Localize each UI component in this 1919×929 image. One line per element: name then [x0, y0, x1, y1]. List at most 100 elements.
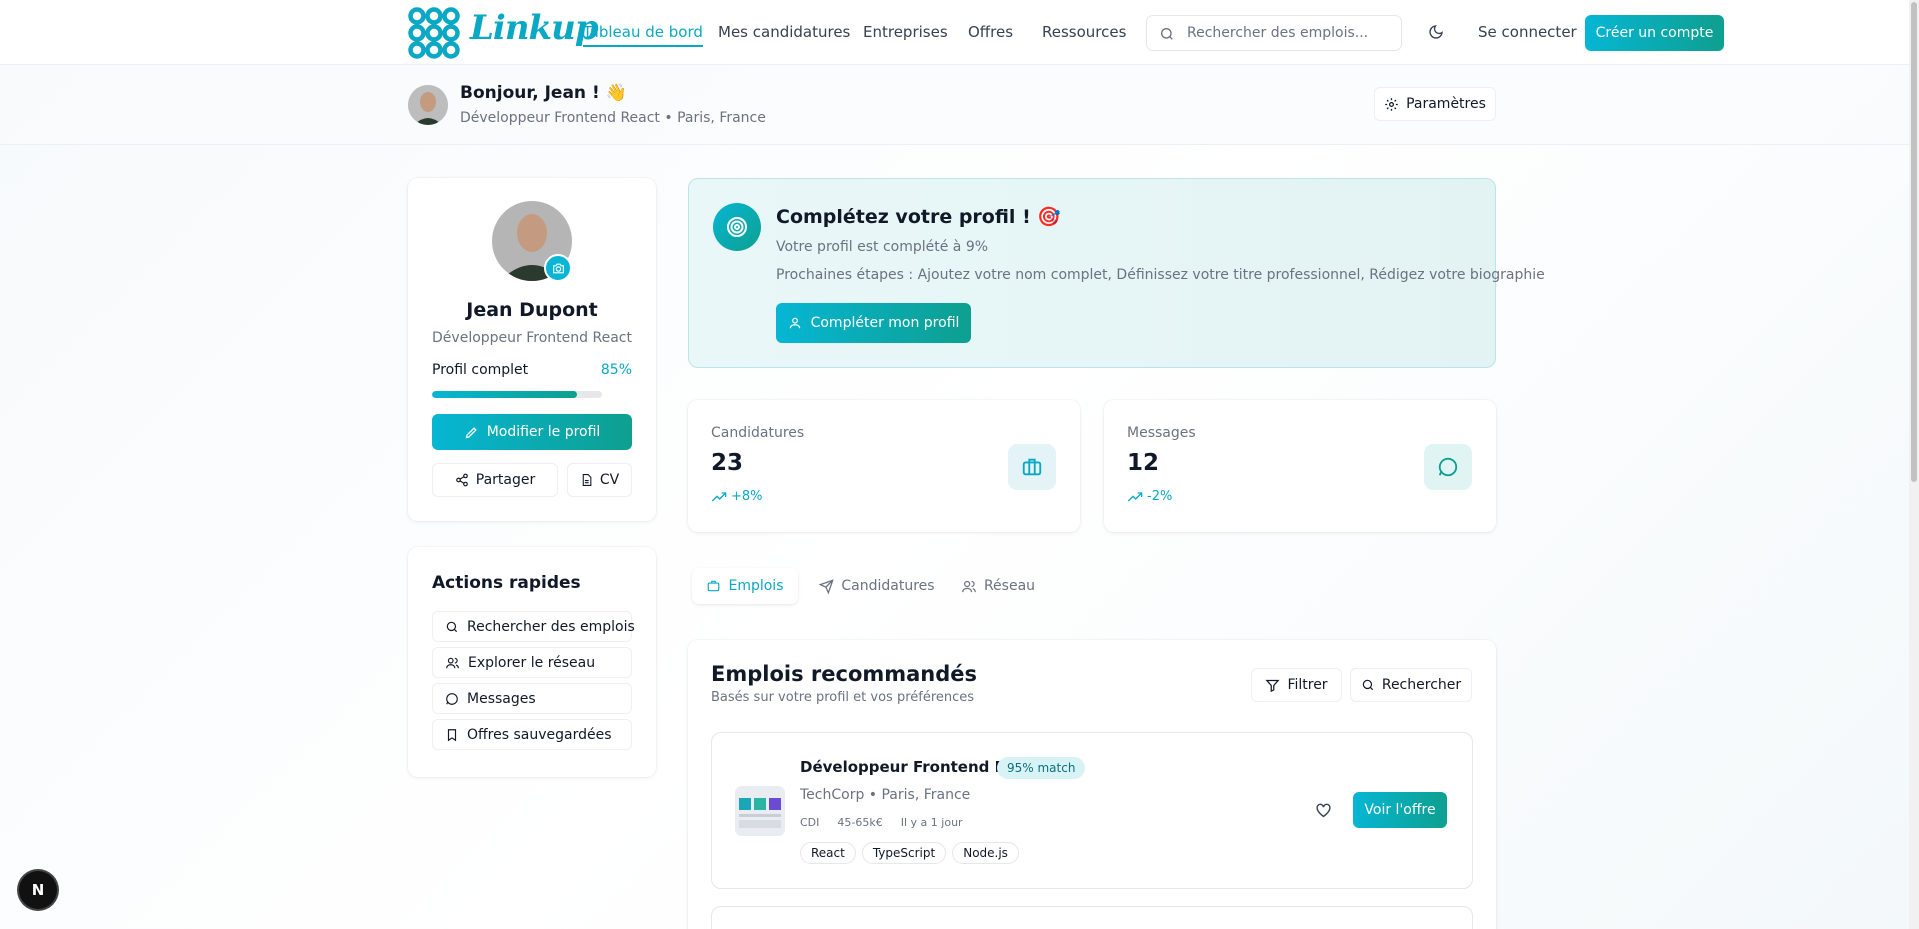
- cv-label: CV: [599, 472, 620, 488]
- login-link[interactable]: Se connecter: [1478, 23, 1577, 41]
- search-icon: [445, 620, 459, 634]
- users-icon: [961, 579, 977, 594]
- scrollbar-thumb[interactable]: [1911, 2, 1917, 482]
- complete-profile-label: Compléter mon profil: [810, 315, 960, 331]
- share-icon: [455, 473, 469, 487]
- quick-action-saved-offers[interactable]: Offres sauvegardées: [432, 719, 632, 750]
- stat-trend: -2%: [1127, 489, 1172, 504]
- match-badge: 95% match: [997, 757, 1086, 779]
- profile-name: Jean Dupont: [466, 299, 598, 321]
- job-company: TechCorp • Paris, France: [800, 787, 971, 803]
- search-icon: [1159, 26, 1175, 42]
- moon-icon[interactable]: [1428, 24, 1444, 40]
- nav-entreprises[interactable]: Entreprises: [863, 23, 948, 41]
- profile-role: Développeur Frontend React: [432, 330, 632, 346]
- user-icon: [788, 316, 802, 330]
- job-salary: 45-65k€: [837, 816, 883, 829]
- job-contract: CDI: [800, 816, 820, 829]
- greeting-subtitle: Développeur Frontend React • Paris, Fran…: [460, 110, 766, 126]
- tab-reseau[interactable]: Réseau: [958, 568, 1038, 604]
- job-search-box[interactable]: [1146, 15, 1402, 51]
- progress-value: 85%: [600, 362, 632, 378]
- tab-candidatures[interactable]: Candidatures: [818, 568, 936, 604]
- greeting-bar: [0, 65, 1909, 145]
- progress-label: Profil complet: [432, 362, 529, 378]
- edit-profile-label: Modifier le profil: [486, 424, 601, 440]
- message-icon: [1424, 444, 1472, 490]
- jobs-section-title: Emplois recommandés: [711, 662, 978, 686]
- users-icon: [445, 656, 460, 670]
- camera-icon[interactable]: [544, 254, 572, 282]
- message-icon: [445, 692, 459, 706]
- heart-icon[interactable]: [1315, 802, 1332, 818]
- linkup-logo-icon[interactable]: [407, 6, 461, 60]
- profile-progress-bar: [432, 391, 602, 398]
- nav-ressources[interactable]: Ressources: [1042, 23, 1126, 41]
- stat-value: 23: [711, 450, 744, 476]
- gear-icon: [1384, 97, 1399, 112]
- job-card[interactable]: [711, 906, 1473, 929]
- stat-label: Candidatures: [711, 425, 805, 441]
- dev-tools-badge[interactable]: N: [19, 871, 57, 909]
- greeting-title: Bonjour, Jean ! 👋: [460, 83, 627, 103]
- quick-action-search-jobs[interactable]: Rechercher des emplois: [432, 611, 635, 642]
- trend-up-icon: [1127, 491, 1143, 503]
- job-tag: Node.js: [952, 842, 1019, 864]
- banner-next-steps: Prochaines étapes : Ajoutez votre nom co…: [776, 267, 1545, 283]
- brand-name[interactable]: Linkup: [470, 8, 599, 48]
- edit-profile-button[interactable]: Modifier le profil: [432, 414, 632, 450]
- quick-action-label: Offres sauvegardées: [467, 726, 612, 743]
- nav-offres[interactable]: Offres: [968, 23, 1013, 41]
- settings-button[interactable]: Paramètres: [1374, 87, 1496, 121]
- tab-label: Candidatures: [841, 578, 935, 594]
- job-search-input[interactable]: [1187, 16, 1392, 50]
- document-icon: [580, 473, 593, 487]
- briefcase-icon: [706, 579, 721, 593]
- quick-action-label: Messages: [467, 690, 536, 707]
- jobs-search-button[interactable]: Rechercher: [1350, 668, 1472, 702]
- filter-label: Filtrer: [1287, 677, 1328, 693]
- target-icon: [713, 203, 761, 251]
- stat-label: Messages: [1127, 425, 1196, 441]
- cv-button[interactable]: CV: [567, 463, 632, 497]
- job-tag: React: [800, 842, 856, 864]
- send-icon: [819, 578, 835, 594]
- banner-status: Votre profil est complété à 9%: [776, 239, 989, 255]
- nav-mes-candidatures[interactable]: Mes candidatures: [718, 23, 850, 41]
- stat-trend-value: -2%: [1147, 489, 1173, 504]
- quick-actions-title: Actions rapides: [432, 573, 581, 593]
- quick-action-explore-network[interactable]: Explorer le réseau: [432, 647, 632, 678]
- jobs-search-label: Rechercher: [1381, 677, 1462, 693]
- signup-button[interactable]: Créer un compte: [1585, 15, 1724, 51]
- job-tag: TypeScript: [861, 842, 947, 864]
- pencil-icon: [464, 425, 479, 440]
- briefcase-icon: [1008, 444, 1056, 490]
- quick-action-label: Explorer le réseau: [468, 654, 596, 671]
- filter-button[interactable]: Filtrer: [1251, 668, 1342, 702]
- share-label: Partager: [475, 472, 536, 488]
- view-offer-button[interactable]: Voir l'offre: [1353, 792, 1447, 828]
- tab-label: Emplois: [728, 578, 784, 594]
- tab-label: Réseau: [983, 578, 1036, 594]
- share-button[interactable]: Partager: [432, 463, 558, 497]
- stat-value: 12: [1127, 450, 1160, 476]
- search-icon: [1361, 678, 1375, 692]
- job-tags: React TypeScript Node.js: [800, 842, 1025, 864]
- quick-action-label: Rechercher des emplois: [467, 618, 635, 635]
- nav-tableau-de-bord[interactable]: Tableau de bord: [583, 23, 703, 47]
- stat-trend-value: +8%: [731, 489, 763, 504]
- banner-title: Complétez votre profil ! 🎯: [776, 206, 1061, 228]
- filter-icon: [1265, 678, 1280, 693]
- company-logo: [735, 786, 785, 836]
- quick-action-messages[interactable]: Messages: [432, 683, 632, 714]
- complete-profile-button[interactable]: Compléter mon profil: [776, 303, 971, 343]
- user-avatar[interactable]: [408, 85, 448, 125]
- tab-emplois[interactable]: Emplois: [692, 568, 798, 604]
- settings-label: Paramètres: [1406, 96, 1486, 112]
- stat-trend: +8%: [711, 489, 763, 504]
- profile-progress-fill: [432, 391, 577, 398]
- job-meta: CDI 45-65k€ Il y a 1 jour: [800, 816, 963, 829]
- vertical-scrollbar[interactable]: [1909, 0, 1919, 929]
- trend-up-icon: [711, 491, 727, 503]
- bookmark-icon: [445, 728, 459, 742]
